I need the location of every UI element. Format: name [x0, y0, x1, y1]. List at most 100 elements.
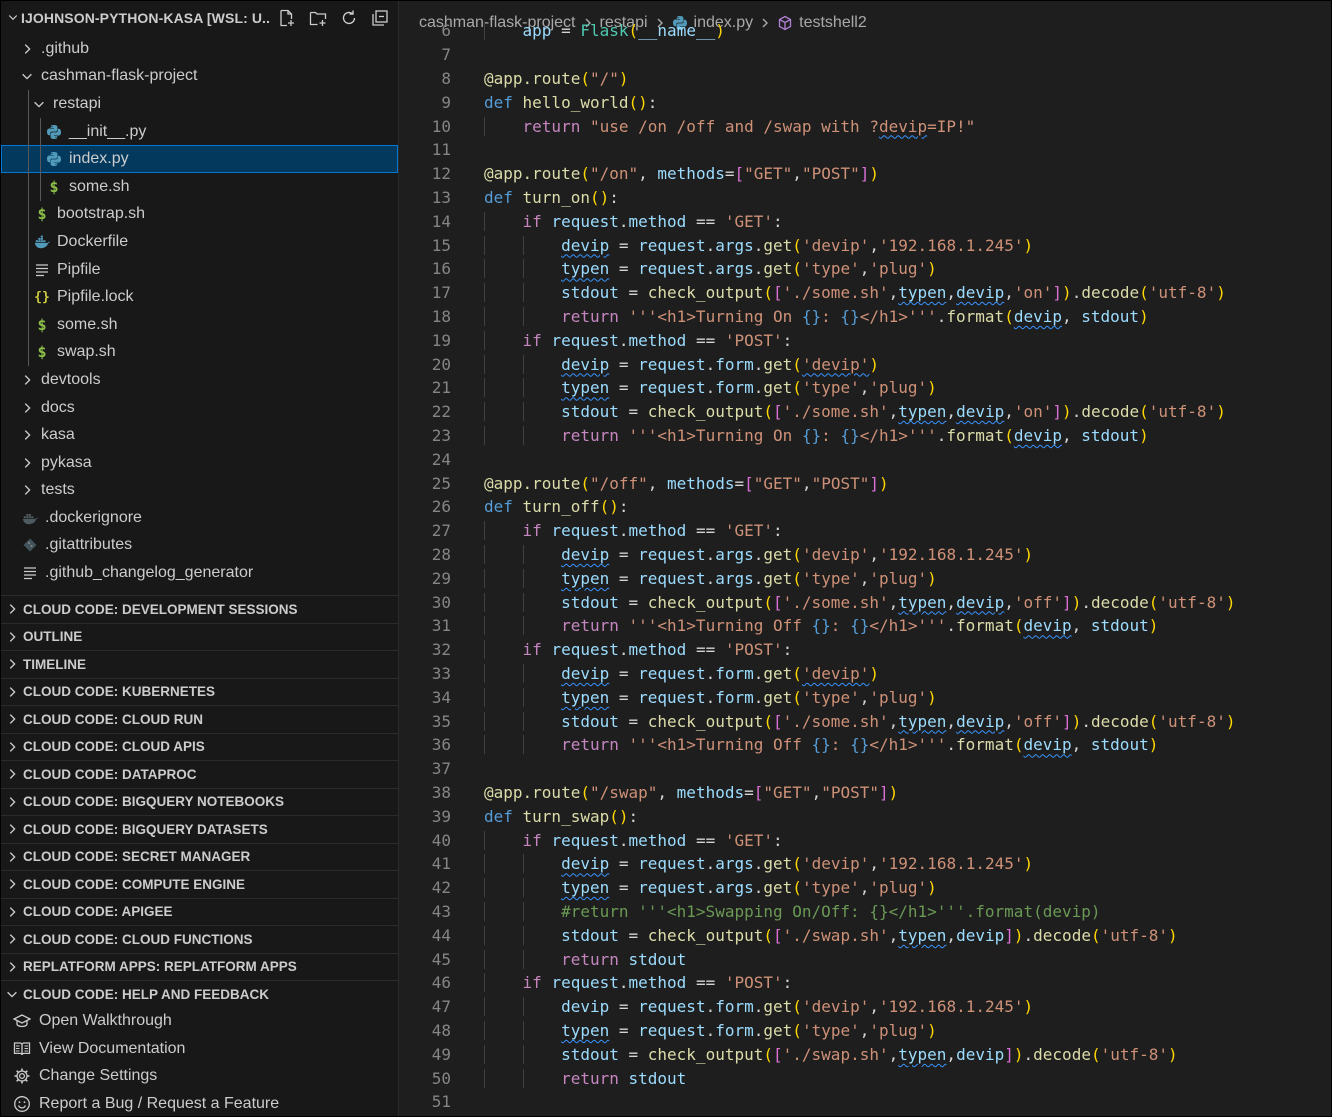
code-line[interactable]: 7	[399, 43, 1331, 67]
panel-header[interactable]: CLOUD CODE: CLOUD APIS	[1, 732, 398, 761]
code-line[interactable]: 6 app = Flask(__name__)	[399, 19, 1331, 43]
chevron-right-icon[interactable]	[19, 428, 35, 442]
chevron-down-icon[interactable]	[19, 69, 35, 83]
code-line[interactable]: 34 typen = request.form.get('type','plug…	[399, 685, 1331, 709]
editor-area[interactable]: cashman-flask-project restapi index.py t…	[399, 1, 1331, 1116]
code-line[interactable]: 8 @app.route("/")	[399, 67, 1331, 91]
code-line[interactable]: 9 def hello_world():	[399, 90, 1331, 114]
code-line[interactable]: 38 @app.route("/swap", methods=["GET","PO…	[399, 781, 1331, 805]
code-line[interactable]: 16 typen = request.args.get('type','plug…	[399, 257, 1331, 281]
chevron-right-icon[interactable]	[19, 401, 35, 415]
chevron-right-icon[interactable]	[1, 932, 23, 946]
new-folder-icon[interactable]	[308, 8, 328, 28]
code-line[interactable]: 49 stdout = check_output(['./swap.sh',ty…	[399, 1042, 1331, 1066]
tree-folder[interactable]: pykasa	[1, 449, 398, 477]
tree-file[interactable]: .github_changelog_generator	[1, 559, 398, 587]
chevron-right-icon[interactable]	[1, 767, 23, 781]
code-line[interactable]: 26 def turn_off():	[399, 495, 1331, 519]
panel-header[interactable]: CLOUD CODE: CLOUD FUNCTIONS	[1, 925, 398, 953]
help-item[interactable]: View Documentation	[1, 1035, 398, 1063]
code-line[interactable]: 14 if request.method == 'GET':	[399, 209, 1331, 233]
tree-folder[interactable]: devtools	[1, 366, 398, 394]
code-line[interactable]: 45 return stdout	[399, 947, 1331, 971]
chevron-right-icon[interactable]	[19, 42, 35, 56]
code-line[interactable]: 20 devip = request.form.get('devip')	[399, 352, 1331, 376]
chevron-down-icon[interactable]	[1, 987, 23, 1001]
code-line[interactable]: 37	[399, 757, 1331, 781]
code-line[interactable]: 28 devip = request.args.get('devip','192…	[399, 543, 1331, 567]
chevron-right-icon[interactable]	[1, 822, 23, 836]
help-item[interactable]: Report a Bug / Request a Feature	[1, 1090, 398, 1116]
code-line[interactable]: 43 #return '''<h1>Swapping On/Off: {}</h…	[399, 900, 1331, 924]
code-line[interactable]: 10 return "use /on /off and /swap with ?…	[399, 114, 1331, 138]
tree-folder[interactable]: tests	[1, 477, 398, 505]
tree-file[interactable]: Dockerfile	[1, 228, 398, 256]
code-line[interactable]: 18 return '''<h1>Turning On {}: {}</h1>'…	[399, 305, 1331, 329]
tree-file[interactable]: index.py	[1, 145, 398, 173]
chevron-right-icon[interactable]	[1, 877, 23, 891]
new-file-icon[interactable]	[277, 8, 297, 28]
code-line[interactable]: 15 devip = request.args.get('devip','192…	[399, 233, 1331, 257]
tree-folder[interactable]: .github	[1, 35, 398, 63]
code-line[interactable]: 24	[399, 447, 1331, 471]
panel-header[interactable]: CLOUD CODE: COMPUTE ENGINE	[1, 870, 398, 898]
code-line[interactable]: 21 typen = request.form.get('type','plug…	[399, 376, 1331, 400]
panel-header[interactable]: CLOUD CODE: KUBERNETES	[1, 677, 398, 706]
code-line[interactable]: 22 stdout = check_output(['./some.sh',ty…	[399, 400, 1331, 424]
panel-header[interactable]: CLOUD CODE: HELP AND FEEDBACK	[1, 980, 398, 1008]
code-line[interactable]: 44 stdout = check_output(['./swap.sh',ty…	[399, 923, 1331, 947]
chevron-right-icon[interactable]	[1, 850, 23, 864]
code-line[interactable]: 35 stdout = check_output(['./some.sh',ty…	[399, 709, 1331, 733]
tree-file[interactable]: .gitattributes	[1, 532, 398, 560]
panel-header[interactable]: CLOUD CODE: CLOUD RUN	[1, 705, 398, 733]
tree-folder[interactable]: cashman-flask-project	[1, 63, 398, 91]
chevron-right-icon[interactable]	[1, 657, 23, 671]
code-line[interactable]: 42 typen = request.args.get('type','plug…	[399, 876, 1331, 900]
tree-file[interactable]: {} Pipfile.lock	[1, 283, 398, 311]
panel-header[interactable]: CLOUD CODE: BIGQUERY DATASETS	[1, 815, 398, 843]
code-line[interactable]: 48 typen = request.form.get('type','plug…	[399, 1019, 1331, 1043]
code-line[interactable]: 27 if request.method == 'GET':	[399, 519, 1331, 543]
code-line[interactable]: 51	[399, 1090, 1331, 1114]
tree-file[interactable]: Pipfile	[1, 255, 398, 284]
code-line[interactable]: 17 stdout = check_output(['./some.sh',ty…	[399, 281, 1331, 305]
chevron-right-icon[interactable]	[1, 685, 23, 699]
panel-header[interactable]: REPLATFORM APPS: REPLATFORM APPS	[1, 952, 398, 981]
code-line[interactable]: 29 typen = request.args.get('type','plug…	[399, 566, 1331, 590]
chevron-right-icon[interactable]	[1, 630, 23, 644]
code-line[interactable]: 32 if request.method == 'POST':	[399, 638, 1331, 662]
code-line[interactable]: 12 @app.route("/on", methods=["GET","POST…	[399, 162, 1331, 186]
chevron-right-icon[interactable]	[19, 483, 35, 497]
chevron-right-icon[interactable]	[1, 795, 23, 809]
collapse-all-icon[interactable]	[370, 8, 390, 28]
chevron-down-icon[interactable]	[7, 11, 21, 26]
code-line[interactable]: 33 devip = request.form.get('devip')	[399, 662, 1331, 686]
code-line[interactable]: 39 def turn_swap():	[399, 804, 1331, 828]
panel-header[interactable]: CLOUD CODE: BIGQUERY NOTEBOOKS	[1, 787, 398, 816]
tree-file[interactable]: $ bootstrap.sh	[1, 200, 398, 229]
chevron-right-icon[interactable]	[1, 960, 23, 974]
code-line[interactable]: 41 devip = request.args.get('devip','192…	[399, 852, 1331, 876]
tree-file[interactable]: .dockerignore	[1, 504, 398, 532]
panel-header[interactable]: CLOUD CODE: DATAPROC	[1, 760, 398, 788]
code-line[interactable]: 23 return '''<h1>Turning On {}: {}</h1>'…	[399, 424, 1331, 448]
tree-file[interactable]: $ some.sh	[1, 172, 398, 201]
tree-folder[interactable]: restapi	[1, 90, 398, 118]
chevron-right-icon[interactable]	[1, 602, 23, 616]
code-line[interactable]: 40 if request.method == 'GET':	[399, 828, 1331, 852]
tree-file[interactable]: $ swap.sh	[1, 338, 398, 367]
code-line[interactable]: 50 return stdout	[399, 1066, 1331, 1090]
code-line[interactable]: 19 if request.method == 'POST':	[399, 328, 1331, 352]
code-line[interactable]: 46 if request.method == 'POST':	[399, 971, 1331, 995]
panel-header[interactable]: TIMELINE	[1, 650, 398, 678]
help-item[interactable]: Change Settings	[1, 1063, 398, 1091]
code-line[interactable]: 36 return '''<h1>Turning Off {}: {}</h1>…	[399, 733, 1331, 757]
code-line[interactable]: 30 stdout = check_output(['./some.sh',ty…	[399, 590, 1331, 614]
tree-folder[interactable]: kasa	[1, 421, 398, 449]
code-line[interactable]: 11	[399, 138, 1331, 162]
code-line[interactable]: 13 def turn_on():	[399, 186, 1331, 210]
chevron-right-icon[interactable]	[1, 740, 23, 754]
chevron-right-icon[interactable]	[19, 373, 35, 387]
code-line[interactable]: 31 return '''<h1>Turning Off {}: {}</h1>…	[399, 614, 1331, 638]
panel-header[interactable]: CLOUD CODE: SECRET MANAGER	[1, 842, 398, 871]
